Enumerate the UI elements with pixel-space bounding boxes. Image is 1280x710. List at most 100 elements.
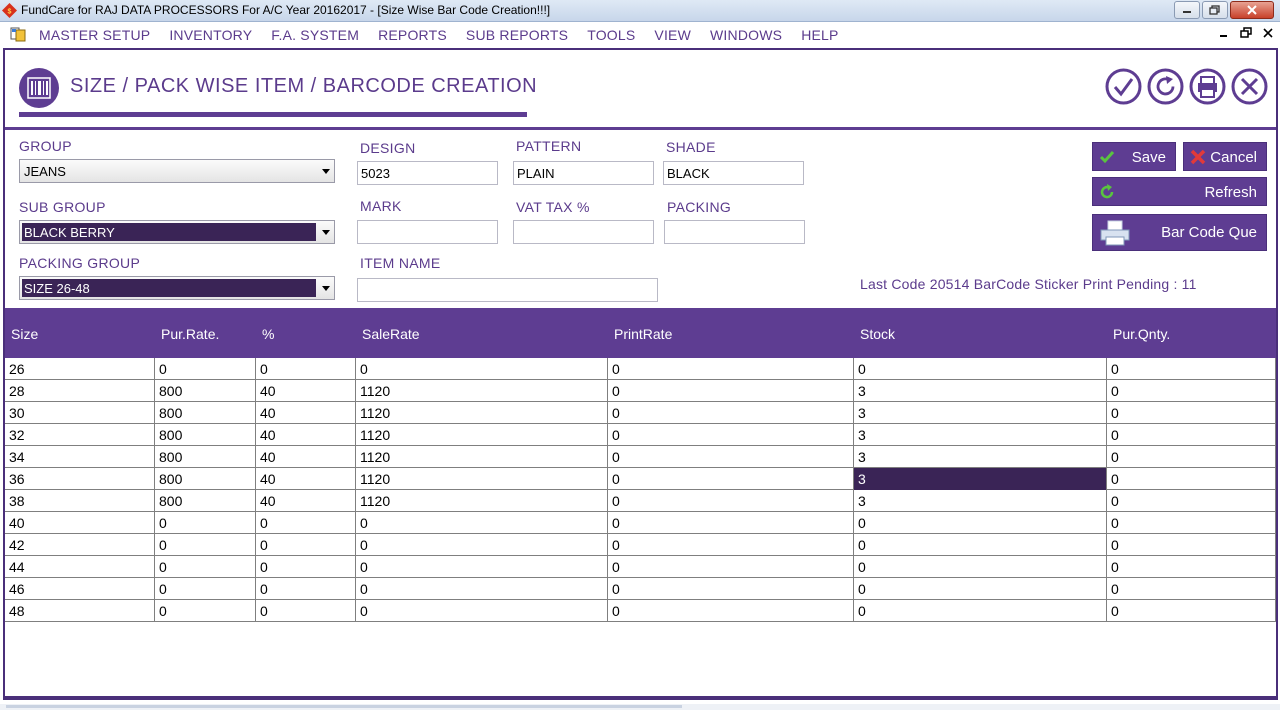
cell-stock[interactable]: 3 [854, 424, 1107, 446]
close-window-button[interactable] [1230, 1, 1274, 19]
cell-percent[interactable]: 40 [256, 402, 356, 424]
cell-stock[interactable]: 3 [854, 468, 1107, 490]
shade-field[interactable] [663, 161, 804, 185]
cell-stock[interactable]: 0 [854, 556, 1107, 578]
cell-size[interactable]: 36 [5, 468, 155, 490]
chevron-down-icon[interactable] [322, 169, 330, 174]
column-header-size[interactable]: Size [11, 326, 38, 342]
cell-pur-qnty[interactable]: 0 [1107, 534, 1276, 556]
cell-sale-rate[interactable]: 0 [356, 556, 608, 578]
cell-sale-rate[interactable]: 0 [356, 512, 608, 534]
cell-sale-rate[interactable]: 0 [356, 600, 608, 622]
cell-pur-rate[interactable]: 800 [155, 446, 256, 468]
cell-print-rate[interactable]: 0 [608, 402, 854, 424]
table-row[interactable]: 38 800 40 1120 0 3 0 [5, 490, 1276, 512]
cell-stock[interactable]: 0 [854, 534, 1107, 556]
item-name-field[interactable] [357, 278, 658, 302]
cell-pur-qnty[interactable]: 0 [1107, 402, 1276, 424]
cell-stock[interactable]: 3 [854, 490, 1107, 512]
cell-sale-rate[interactable]: 0 [356, 358, 608, 380]
menu-fa-system[interactable]: F.A. SYSTEM [271, 27, 359, 43]
cell-percent[interactable]: 40 [256, 380, 356, 402]
cell-pur-rate[interactable]: 0 [155, 600, 256, 622]
refresh-button[interactable]: Refresh [1092, 177, 1267, 206]
column-header-print-rate[interactable]: PrintRate [614, 326, 672, 342]
cell-size[interactable]: 34 [5, 446, 155, 468]
packing-group-select[interactable]: SIZE 26-48 [19, 276, 335, 300]
cell-pur-rate[interactable]: 0 [155, 556, 256, 578]
cell-stock[interactable]: 0 [854, 358, 1107, 380]
column-header-percent[interactable]: % [262, 326, 274, 342]
cell-percent[interactable]: 0 [256, 600, 356, 622]
cell-pur-rate[interactable]: 0 [155, 534, 256, 556]
cell-pur-qnty[interactable]: 0 [1107, 424, 1276, 446]
cell-sale-rate[interactable]: 1120 [356, 424, 608, 446]
cell-stock[interactable]: 3 [854, 446, 1107, 468]
cell-percent[interactable]: 40 [256, 490, 356, 512]
cell-size[interactable]: 26 [5, 358, 155, 380]
cell-percent[interactable]: 40 [256, 446, 356, 468]
table-row[interactable]: 26 0 0 0 0 0 0 [5, 358, 1276, 380]
cell-sale-rate[interactable]: 1120 [356, 402, 608, 424]
printer-icon[interactable] [1189, 68, 1226, 105]
minimize-button[interactable] [1174, 1, 1200, 19]
pattern-field[interactable] [513, 161, 654, 185]
menu-inventory[interactable]: INVENTORY [169, 27, 252, 43]
table-row[interactable]: 46 0 0 0 0 0 0 [5, 578, 1276, 600]
cell-size[interactable]: 42 [5, 534, 155, 556]
cell-stock[interactable]: 3 [854, 380, 1107, 402]
cell-size[interactable]: 38 [5, 490, 155, 512]
chevron-down-icon[interactable] [322, 230, 330, 235]
sub-group-select[interactable]: BLACK BERRY [19, 220, 335, 244]
cell-pur-rate[interactable]: 800 [155, 468, 256, 490]
cell-stock[interactable]: 0 [854, 600, 1107, 622]
cell-percent[interactable]: 40 [256, 424, 356, 446]
column-header-stock[interactable]: Stock [860, 326, 895, 342]
group-select[interactable]: JEANS [19, 159, 335, 183]
cell-sale-rate[interactable]: 1120 [356, 380, 608, 402]
cell-stock[interactable]: 0 [854, 578, 1107, 600]
cell-sale-rate[interactable]: 0 [356, 578, 608, 600]
maximize-button[interactable] [1202, 1, 1228, 19]
cell-print-rate[interactable]: 0 [608, 446, 854, 468]
cell-pur-rate[interactable]: 800 [155, 490, 256, 512]
cell-percent[interactable]: 0 [256, 358, 356, 380]
menu-help[interactable]: HELP [801, 27, 838, 43]
table-row[interactable]: 44 0 0 0 0 0 0 [5, 556, 1276, 578]
check-icon[interactable] [1105, 68, 1142, 105]
table-row[interactable]: 40 0 0 0 0 0 0 [5, 512, 1276, 534]
mark-field[interactable] [357, 220, 498, 244]
cell-size[interactable]: 30 [5, 402, 155, 424]
scrollbar-thumb[interactable] [6, 705, 682, 708]
cell-pur-rate[interactable]: 800 [155, 380, 256, 402]
cell-percent[interactable]: 40 [256, 468, 356, 490]
menu-tools[interactable]: TOOLS [587, 27, 635, 43]
table-row[interactable]: 36 800 40 1120 0 3 0 [5, 468, 1276, 490]
cell-print-rate[interactable]: 0 [608, 468, 854, 490]
menu-view[interactable]: VIEW [654, 27, 691, 43]
vat-tax-field[interactable] [513, 220, 654, 244]
table-row[interactable]: 42 0 0 0 0 0 0 [5, 534, 1276, 556]
cell-percent[interactable]: 0 [256, 578, 356, 600]
table-row[interactable]: 28 800 40 1120 0 3 0 [5, 380, 1276, 402]
cell-pur-qnty[interactable]: 0 [1107, 578, 1276, 600]
chevron-down-icon[interactable] [322, 286, 330, 291]
cell-sale-rate[interactable]: 1120 [356, 468, 608, 490]
cell-print-rate[interactable]: 0 [608, 380, 854, 402]
cell-print-rate[interactable]: 0 [608, 424, 854, 446]
cell-pur-qnty[interactable]: 0 [1107, 600, 1276, 622]
cell-pur-rate[interactable]: 800 [155, 424, 256, 446]
menu-windows[interactable]: WINDOWS [710, 27, 782, 43]
cell-print-rate[interactable]: 0 [608, 578, 854, 600]
barcode-que-button[interactable]: Bar Code Que [1092, 214, 1267, 251]
document-menu-icon[interactable] [10, 27, 26, 42]
cell-percent[interactable]: 0 [256, 556, 356, 578]
cell-pur-qnty[interactable]: 0 [1107, 556, 1276, 578]
menu-master-setup[interactable]: MASTER SETUP [39, 27, 150, 43]
cell-print-rate[interactable]: 0 [608, 358, 854, 380]
cancel-button[interactable]: Cancel [1183, 142, 1267, 171]
cell-pur-qnty[interactable]: 0 [1107, 490, 1276, 512]
cell-pur-rate[interactable]: 0 [155, 578, 256, 600]
column-header-pur-rate[interactable]: Pur.Rate. [161, 326, 219, 342]
cell-pur-rate[interactable]: 0 [155, 512, 256, 534]
